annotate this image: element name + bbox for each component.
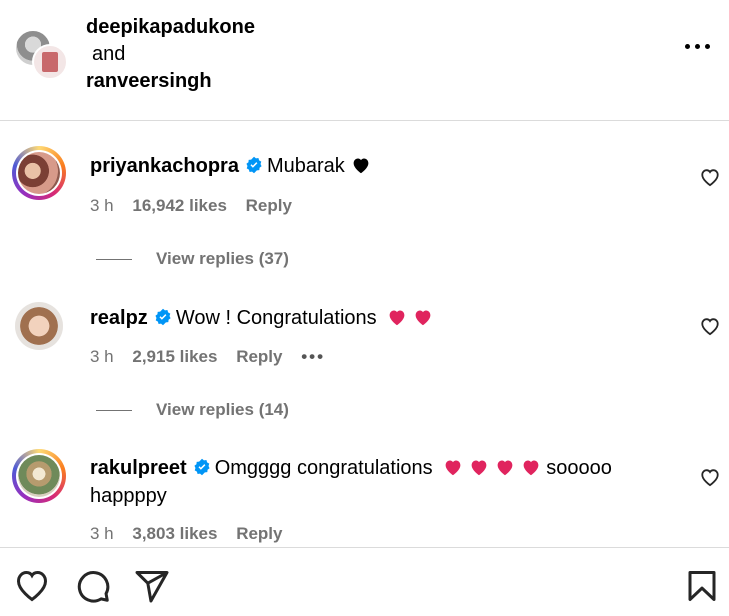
red-heart-emoji-icon [415,310,431,326]
red-heart-emoji-icon [523,460,539,476]
author-username-1[interactable]: deepikapadukone [86,14,255,41]
comment-meta: 3 h 2,915 likes Reply ••• [90,347,339,367]
comment-likes[interactable]: 3,803 likes [132,524,217,543]
red-heart-emoji-icon [471,460,487,476]
post-action-bar [0,547,729,616]
comment-likes[interactable]: 16,942 likes [132,196,227,215]
author-conjunction: and [92,43,126,65]
comment-likes[interactable]: 2,915 likes [132,347,217,366]
more-icon[interactable]: ••• [301,347,325,366]
comment-time: 3 h [90,347,114,366]
reply-button[interactable]: Reply [236,347,282,366]
comment-username[interactable]: rakulpreet [90,457,187,479]
author-username-2[interactable]: ranveersingh [86,68,255,95]
verified-badge-icon [155,308,171,326]
comment-time: 3 h [90,196,114,215]
heart-icon[interactable] [699,467,721,487]
avatar-priyankachopra[interactable] [12,146,66,200]
comment-text: Omgggg congratulations [214,457,433,479]
comment-time: 3 h [90,524,114,543]
black-heart-emoji-icon [353,158,369,174]
view-replies-label[interactable]: View replies (14) [156,400,289,419]
comment-text: Mubarak [266,155,345,177]
post-header: deepikapadukone and ranveersingh [0,0,729,121]
replies-divider-line [96,410,132,412]
comment-username[interactable]: priyankachopra [90,155,239,177]
comment-body: rakulpreet Omgggg congratulations sooooo … [90,454,670,510]
comment-body: realpz Wow ! Congratulations [90,304,670,332]
heart-icon[interactable] [699,316,721,336]
more-options-icon[interactable] [685,40,711,52]
view-replies-button[interactable]: View replies (14) [96,400,289,420]
reply-button[interactable]: Reply [236,524,282,543]
red-heart-emoji-icon [497,460,513,476]
red-heart-emoji-icon [445,460,461,476]
bookmark-icon[interactable] [684,568,720,604]
comment-text: Wow ! Congratulations [175,307,377,329]
reply-button[interactable]: Reply [246,196,292,215]
comment-meta: 3 h 3,803 likes Reply [90,524,296,544]
post-authors: deepikapadukone and ranveersingh [86,14,255,95]
heart-icon[interactable] [699,167,721,187]
verified-badge-icon [194,458,210,476]
avatar-rakulpreet[interactable] [12,449,66,503]
verified-badge-icon [246,156,262,174]
view-replies-button[interactable]: View replies (37) [96,249,289,269]
like-post-heart-icon[interactable] [14,568,50,604]
collab-avatars[interactable] [14,29,68,80]
comment-meta: 3 h 16,942 likes Reply [90,196,306,216]
comment-body: priyankachopra Mubarak [90,152,670,180]
share-icon[interactable] [134,568,170,604]
avatar-realpz[interactable] [15,302,63,350]
red-heart-emoji-icon [389,310,405,326]
replies-divider-line [96,259,132,261]
view-replies-label[interactable]: View replies (37) [156,249,289,268]
comment-username[interactable]: realpz [90,307,148,329]
comment-icon[interactable] [75,568,111,604]
avatar-ranveersingh[interactable] [32,44,68,80]
